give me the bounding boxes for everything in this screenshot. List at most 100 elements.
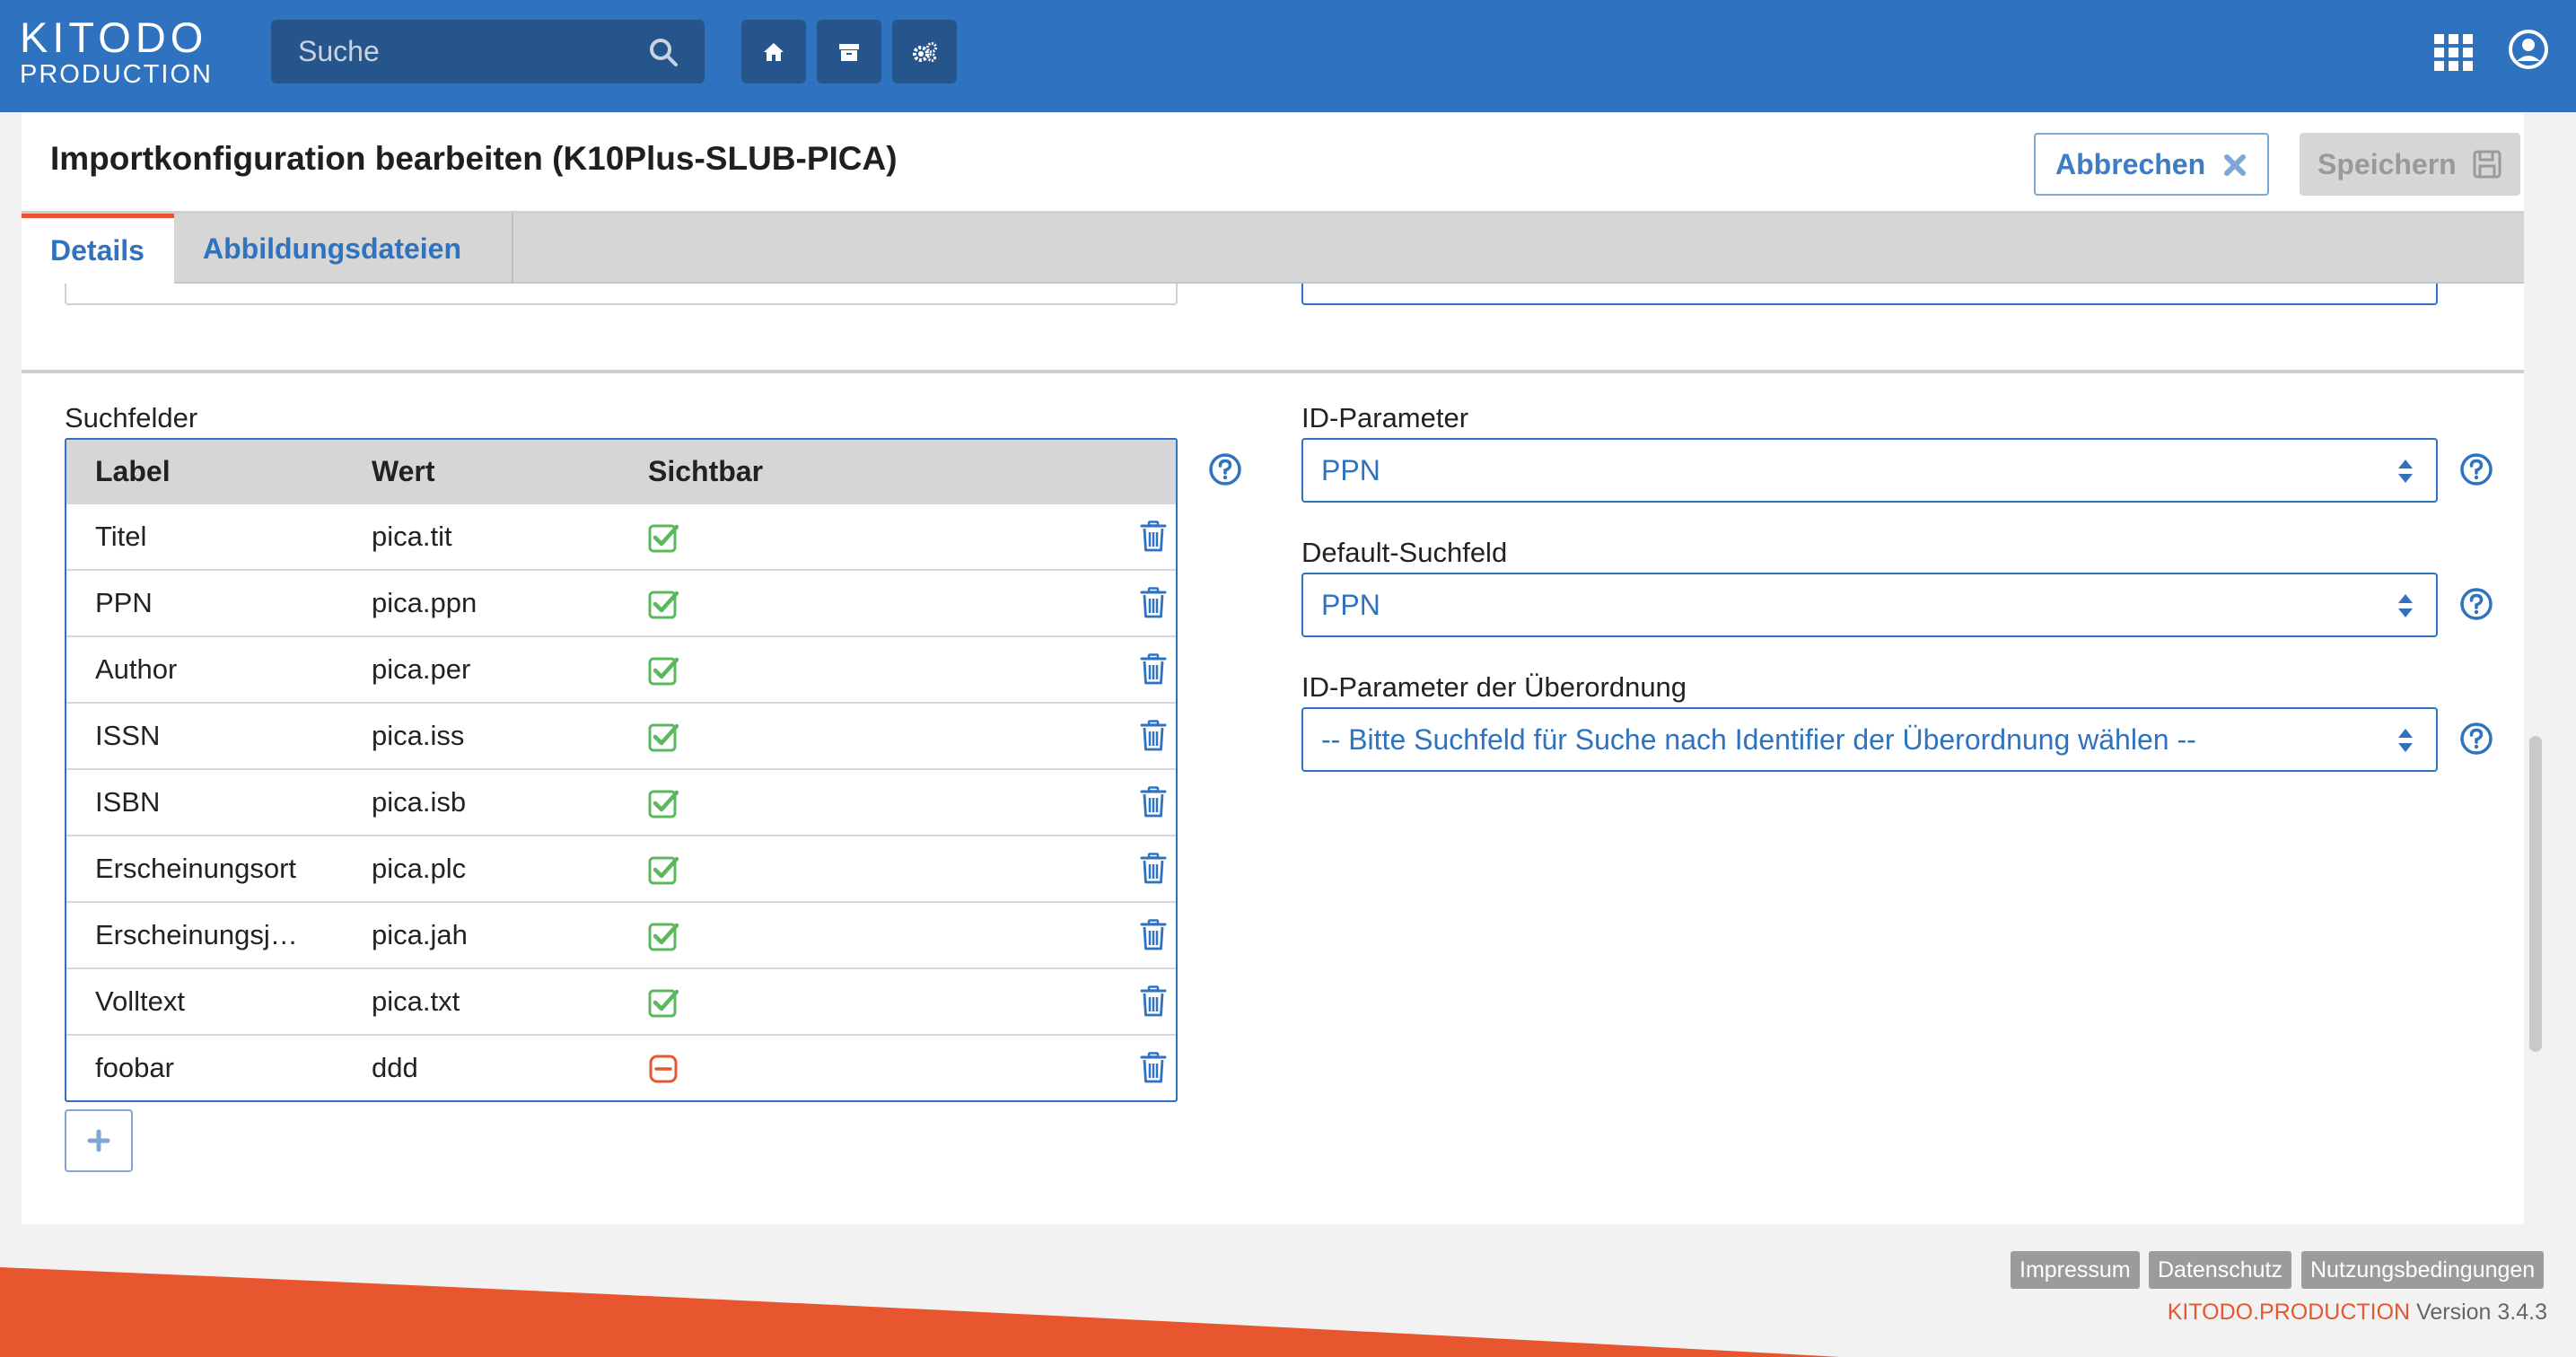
footer-link-imprint[interactable]: Impressum: [2011, 1251, 2140, 1289]
archive-button[interactable]: [817, 20, 881, 83]
save-button[interactable]: Speichern: [2300, 133, 2520, 196]
main-card: Importkonfiguration bearbeiten (K10Plus-…: [22, 113, 2524, 1224]
top-navigation-bar: KITODO PRODUCTION: [0, 0, 2576, 112]
row-value[interactable]: pica.plc: [372, 836, 466, 903]
row-value[interactable]: ddd: [372, 1036, 418, 1100]
table-row: Author pica.per: [66, 635, 1176, 702]
search-fields-help-icon[interactable]: [1208, 452, 1242, 486]
search-input[interactable]: [271, 20, 630, 83]
row-value[interactable]: pica.ppn: [372, 571, 477, 637]
table-row: ISBN pica.isb: [66, 768, 1176, 835]
row-label[interactable]: ISBN: [95, 770, 160, 836]
add-search-field-button[interactable]: [65, 1109, 133, 1172]
user-icon[interactable]: [2508, 29, 2549, 70]
tab-image-files[interactable]: Abbildungsdateien: [174, 214, 513, 284]
footer-link-privacy[interactable]: Datenschutz: [2149, 1251, 2291, 1289]
logo-line2: PRODUCTION: [20, 60, 213, 89]
save-icon: [2473, 150, 2502, 179]
parent-id-parameter-help-icon[interactable]: [2459, 722, 2493, 756]
trash-icon[interactable]: [1140, 521, 1167, 553]
trash-icon[interactable]: [1140, 653, 1167, 686]
column-header-visible[interactable]: Sichtbar: [648, 440, 763, 503]
trash-icon[interactable]: [1140, 786, 1167, 819]
parent-id-parameter-label: ID-Parameter der Überordnung: [1301, 671, 1687, 703]
row-value[interactable]: pica.isb: [372, 770, 466, 836]
checked-icon[interactable]: [648, 522, 679, 553]
version-info: KITODO.PRODUCTION Version 3.4.3: [2168, 1300, 2547, 1326]
checked-icon[interactable]: [648, 589, 679, 619]
footer-wave-decoration: [0, 1224, 2576, 1357]
cancel-button[interactable]: Abbrechen: [2034, 133, 2269, 196]
tab-bar: Details Abbildungsdateien: [22, 214, 2524, 284]
id-parameter-help-icon[interactable]: [2459, 452, 2493, 486]
default-search-field-value: PPN: [1321, 589, 1380, 621]
archive-icon: [839, 43, 859, 61]
table-row: Erscheinungsort pica.plc: [66, 835, 1176, 901]
trash-icon[interactable]: [1140, 720, 1167, 752]
home-button[interactable]: [741, 20, 806, 83]
plus-icon: [87, 1129, 110, 1152]
row-label[interactable]: foobar: [95, 1036, 174, 1100]
row-value[interactable]: pica.txt: [372, 969, 460, 1036]
save-button-label: Speichern: [2318, 147, 2457, 180]
trash-icon[interactable]: [1140, 853, 1167, 885]
select-arrows-icon: [2398, 594, 2413, 617]
scrollbar-thumb[interactable]: [2529, 736, 2542, 1052]
select-arrows-icon: [2398, 460, 2413, 483]
column-header-value[interactable]: Wert: [372, 440, 435, 503]
logo-line1: KITODO: [20, 13, 208, 61]
parent-id-parameter-select[interactable]: -- Bitte Suchfeld für Suche nach Identif…: [1301, 707, 2438, 772]
row-label[interactable]: Erscheinungsj…: [95, 903, 298, 969]
default-search-field-select[interactable]: PPN: [1301, 573, 2438, 637]
kitodo-logo[interactable]: KITODO PRODUCTION: [20, 16, 213, 90]
table-row: foobar ddd: [66, 1034, 1176, 1100]
row-label[interactable]: ISSN: [95, 704, 160, 770]
trash-icon[interactable]: [1140, 1052, 1167, 1084]
cogs-icon: [913, 41, 937, 62]
row-label[interactable]: Erscheinungsort: [95, 836, 296, 903]
section-divider: [22, 370, 2524, 373]
footer-link-terms[interactable]: Nutzungsbedingungen: [2301, 1251, 2545, 1289]
card-header: Importkonfiguration bearbeiten (K10Plus-…: [22, 113, 2524, 214]
checked-icon[interactable]: [648, 987, 679, 1018]
checked-icon[interactable]: [648, 655, 679, 686]
default-search-field-label: Default-Suchfeld: [1301, 537, 1508, 568]
trash-icon[interactable]: [1140, 985, 1167, 1018]
row-value[interactable]: pica.jah: [372, 903, 468, 969]
version-number: Version 3.4.3: [2416, 1300, 2547, 1325]
home-icon: [764, 42, 784, 61]
row-label[interactable]: Titel: [95, 504, 146, 571]
checked-icon[interactable]: [648, 788, 679, 819]
checked-icon[interactable]: [648, 854, 679, 885]
search-icon[interactable]: [649, 38, 678, 66]
column-header-label[interactable]: Label: [95, 440, 171, 503]
row-label[interactable]: Volltext: [95, 969, 185, 1036]
partial-select-field[interactable]: [1301, 284, 2438, 305]
unchecked-minus-icon[interactable]: [648, 1054, 679, 1084]
partial-input-field[interactable]: [65, 284, 1178, 305]
id-parameter-label: ID-Parameter: [1301, 402, 1469, 433]
id-parameter-value: PPN: [1321, 454, 1380, 486]
id-parameter-select[interactable]: PPN: [1301, 438, 2438, 503]
row-value[interactable]: pica.iss: [372, 704, 464, 770]
trash-icon[interactable]: [1140, 919, 1167, 951]
trash-icon[interactable]: [1140, 587, 1167, 619]
tab-details[interactable]: Details: [22, 214, 174, 284]
row-label[interactable]: Author: [95, 637, 177, 704]
brand-name: KITODO.PRODUCTION: [2167, 1300, 2411, 1325]
default-search-field-help-icon[interactable]: [2459, 587, 2493, 621]
search-fields-table: Label Wert Sichtbar Titel pica.tit PPN pica…: [65, 438, 1178, 1102]
cancel-button-label: Abbrechen: [2055, 147, 2206, 180]
checked-icon[interactable]: [648, 722, 679, 752]
search-box: [271, 20, 705, 83]
row-value[interactable]: pica.per: [372, 637, 470, 704]
select-arrows-icon: [2398, 729, 2413, 752]
settings-button[interactable]: [892, 20, 957, 83]
apps-grid-icon[interactable]: [2434, 32, 2474, 72]
row-label[interactable]: PPN: [95, 571, 153, 637]
row-value[interactable]: pica.tit: [372, 504, 452, 571]
page-title: Importkonfiguration bearbeiten (K10Plus-…: [50, 140, 898, 177]
checked-icon[interactable]: [648, 921, 679, 951]
table-row: Titel pica.tit: [66, 503, 1176, 569]
table-row: Volltext pica.txt: [66, 967, 1176, 1034]
